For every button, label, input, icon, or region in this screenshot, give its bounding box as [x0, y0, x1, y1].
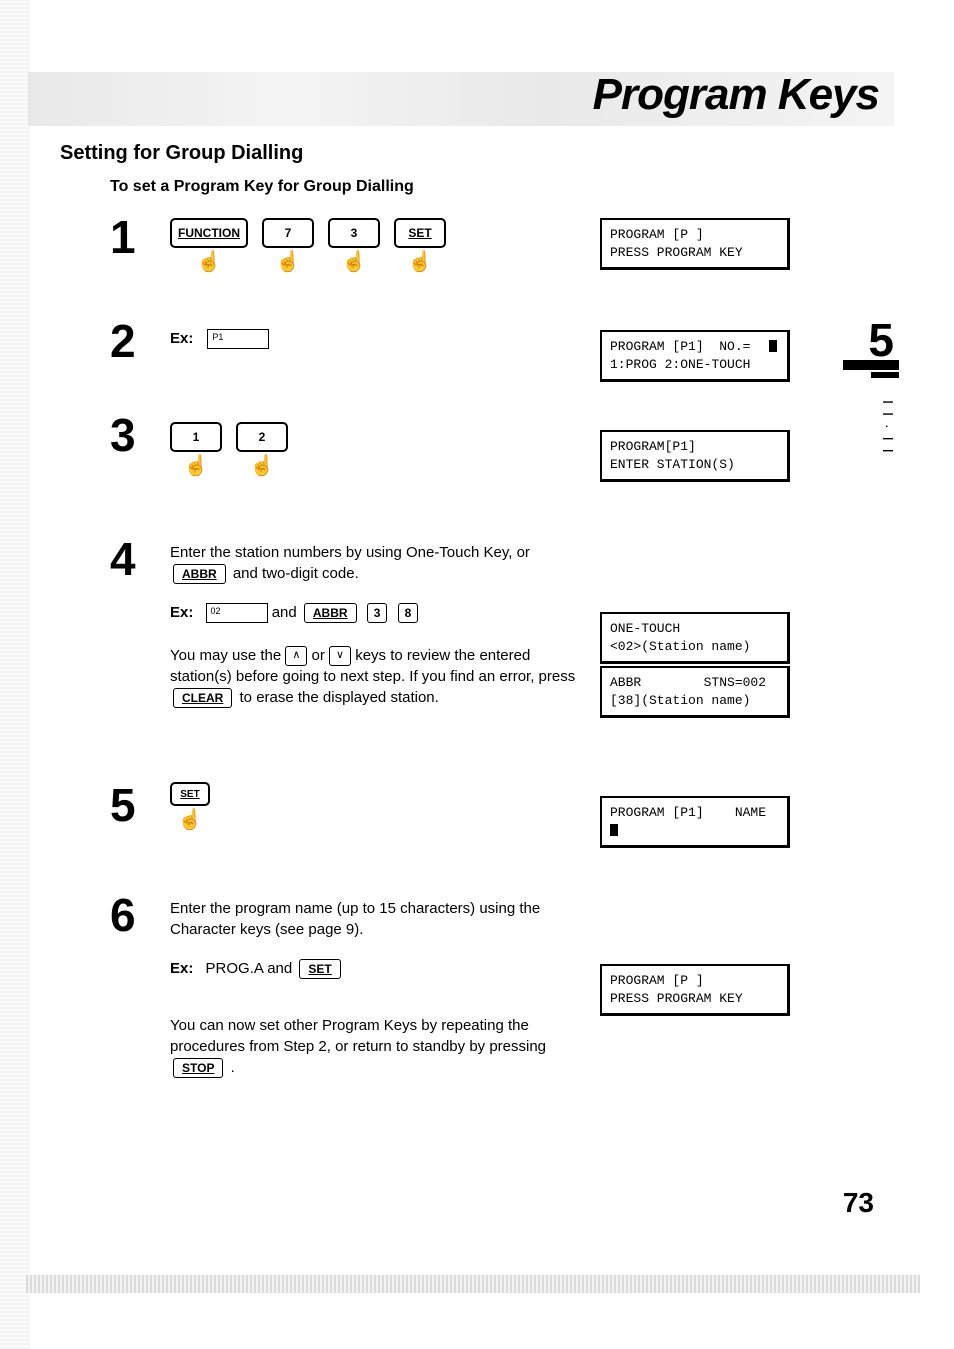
- stop-key[interactable]: STOP: [173, 1058, 223, 1078]
- clear-key[interactable]: CLEAR: [173, 688, 232, 708]
- page-number: 73: [843, 1187, 874, 1219]
- key-unit: 3 ☝: [328, 218, 380, 272]
- step-5: 5 SET ☝: [110, 782, 210, 830]
- abbr-key[interactable]: ABBR: [304, 603, 357, 623]
- key-label: FUNCTION: [178, 226, 240, 240]
- instruction-text: Enter the station numbers by using One-T…: [170, 544, 530, 561]
- lcd-display-1: PROGRAM [P ] PRESS PROGRAM KEY: [600, 218, 790, 270]
- page-header-title: Program Keys: [593, 70, 879, 120]
- digit-3-key[interactable]: 3: [328, 218, 380, 248]
- digit-1-key[interactable]: 1: [170, 422, 222, 452]
- press-icon: ☝: [408, 252, 433, 272]
- instruction-text: You can now set other Program Keys by re…: [170, 1017, 546, 1055]
- step-number: 4: [110, 536, 142, 582]
- function-key[interactable]: FUNCTION: [170, 218, 248, 248]
- step-body: Ex: P1: [170, 318, 269, 349]
- lcd-display-6: PROGRAM [P ] PRESS PROGRAM KEY: [600, 964, 790, 1016]
- instruction-text: and two-digit code.: [233, 565, 359, 582]
- instruction-text: You may use the: [170, 647, 285, 664]
- press-icon: ☝: [178, 810, 203, 830]
- example-label: Ex:: [170, 960, 193, 977]
- text: or: [312, 647, 330, 664]
- press-icon: ☝: [342, 252, 367, 272]
- key-unit: SET ☝: [170, 782, 210, 830]
- example-label: Ex:: [170, 604, 193, 621]
- set-key[interactable]: SET: [299, 959, 340, 979]
- step-number: 5: [110, 782, 142, 828]
- press-icon: ☝: [184, 456, 209, 476]
- digit-8-key[interactable]: 8: [398, 603, 419, 623]
- step-number: 3: [110, 412, 142, 458]
- chapter-tab-bar: [843, 360, 899, 370]
- step-number: 6: [110, 892, 142, 938]
- press-icon: ☝: [276, 252, 301, 272]
- example-label: Ex:: [170, 328, 193, 349]
- step-4: 4 Enter the station numbers by using One…: [110, 536, 590, 718]
- lcd-display-4b: ABBR STNS=002 [38](Station name): [600, 666, 790, 718]
- chapter-tab-number: 5: [868, 313, 894, 367]
- instruction-text: to erase the displayed station.: [240, 689, 439, 706]
- step-6: 6 Enter the program name (up to 15 chara…: [110, 892, 590, 1088]
- step-2: 2 Ex: P1: [110, 318, 269, 364]
- digit-2-key[interactable]: 2: [236, 422, 288, 452]
- key-sequence: FUNCTION ☝ 7 ☝ 3 ☝ SET ☝: [170, 214, 446, 272]
- text: .: [231, 1059, 235, 1076]
- edge-registration-marks: ⵏ ⵏ · ⵏ ⵏ: [880, 400, 896, 455]
- instruction-text: Enter the program name (up to 15 charact…: [170, 898, 590, 940]
- key-label: SET: [180, 789, 199, 800]
- lcd-text: PROGRAM [P1] NAME: [610, 805, 766, 820]
- example-02-key: 02: [206, 603, 268, 623]
- digit-3-key[interactable]: 3: [367, 603, 388, 623]
- section-title: Setting for Group Dialling: [60, 142, 303, 165]
- up-arrow-key[interactable]: ∧: [285, 646, 307, 666]
- example-text: PROG.A and: [206, 960, 297, 977]
- set-key[interactable]: SET: [394, 218, 446, 248]
- set-key[interactable]: SET: [170, 782, 210, 806]
- step-1: 1 FUNCTION ☝ 7 ☝ 3 ☝ SET ☝: [110, 214, 446, 272]
- down-arrow-key[interactable]: ∨: [329, 646, 351, 666]
- lcd-display-5: PROGRAM [P1] NAME: [600, 796, 790, 848]
- press-icon: ☝: [250, 456, 275, 476]
- step-body: Enter the program name (up to 15 charact…: [170, 892, 590, 1088]
- lcd-text: PROGRAM [P1] NO.= 1:PROG 2:ONE-TOUCH: [610, 339, 750, 372]
- digit-7-key[interactable]: 7: [262, 218, 314, 248]
- key-unit: 1 ☝: [170, 422, 222, 476]
- cursor-icon: [769, 340, 777, 352]
- key-unit: SET ☝: [394, 218, 446, 272]
- lcd-display-3: PROGRAM[P1] ENTER STATION(S): [600, 430, 790, 482]
- key-unit: 2 ☝: [236, 422, 288, 476]
- step-number: 1: [110, 214, 142, 260]
- key-unit: FUNCTION ☝: [170, 218, 248, 272]
- cursor-icon: [610, 824, 618, 836]
- chapter-tab-bar: [871, 372, 899, 378]
- key-sequence: SET ☝: [170, 782, 210, 830]
- lcd-display-4a: ONE-TOUCH <02>(Station name): [600, 612, 790, 664]
- press-icon: ☝: [197, 252, 222, 272]
- step-body: Enter the station numbers by using One-T…: [170, 536, 590, 718]
- scan-artifact-left: [0, 0, 30, 1349]
- procedure-title: To set a Program Key for Group Dialling: [110, 178, 414, 196]
- abbr-key[interactable]: ABBR: [173, 564, 226, 584]
- step-3: 3 1 ☝ 2 ☝: [110, 412, 288, 476]
- key-label: SET: [408, 226, 431, 240]
- key-unit: 7 ☝: [262, 218, 314, 272]
- footer-band: [26, 1275, 920, 1293]
- lcd-display-2: PROGRAM [P1] NO.= 1:PROG 2:ONE-TOUCH: [600, 330, 790, 382]
- text: and: [272, 604, 301, 621]
- step-number: 2: [110, 318, 142, 364]
- key-sequence: 1 ☝ 2 ☝: [170, 412, 288, 476]
- example-p1-key: P1: [207, 329, 269, 349]
- page: Program Keys Setting for Group Dialling …: [0, 0, 954, 1349]
